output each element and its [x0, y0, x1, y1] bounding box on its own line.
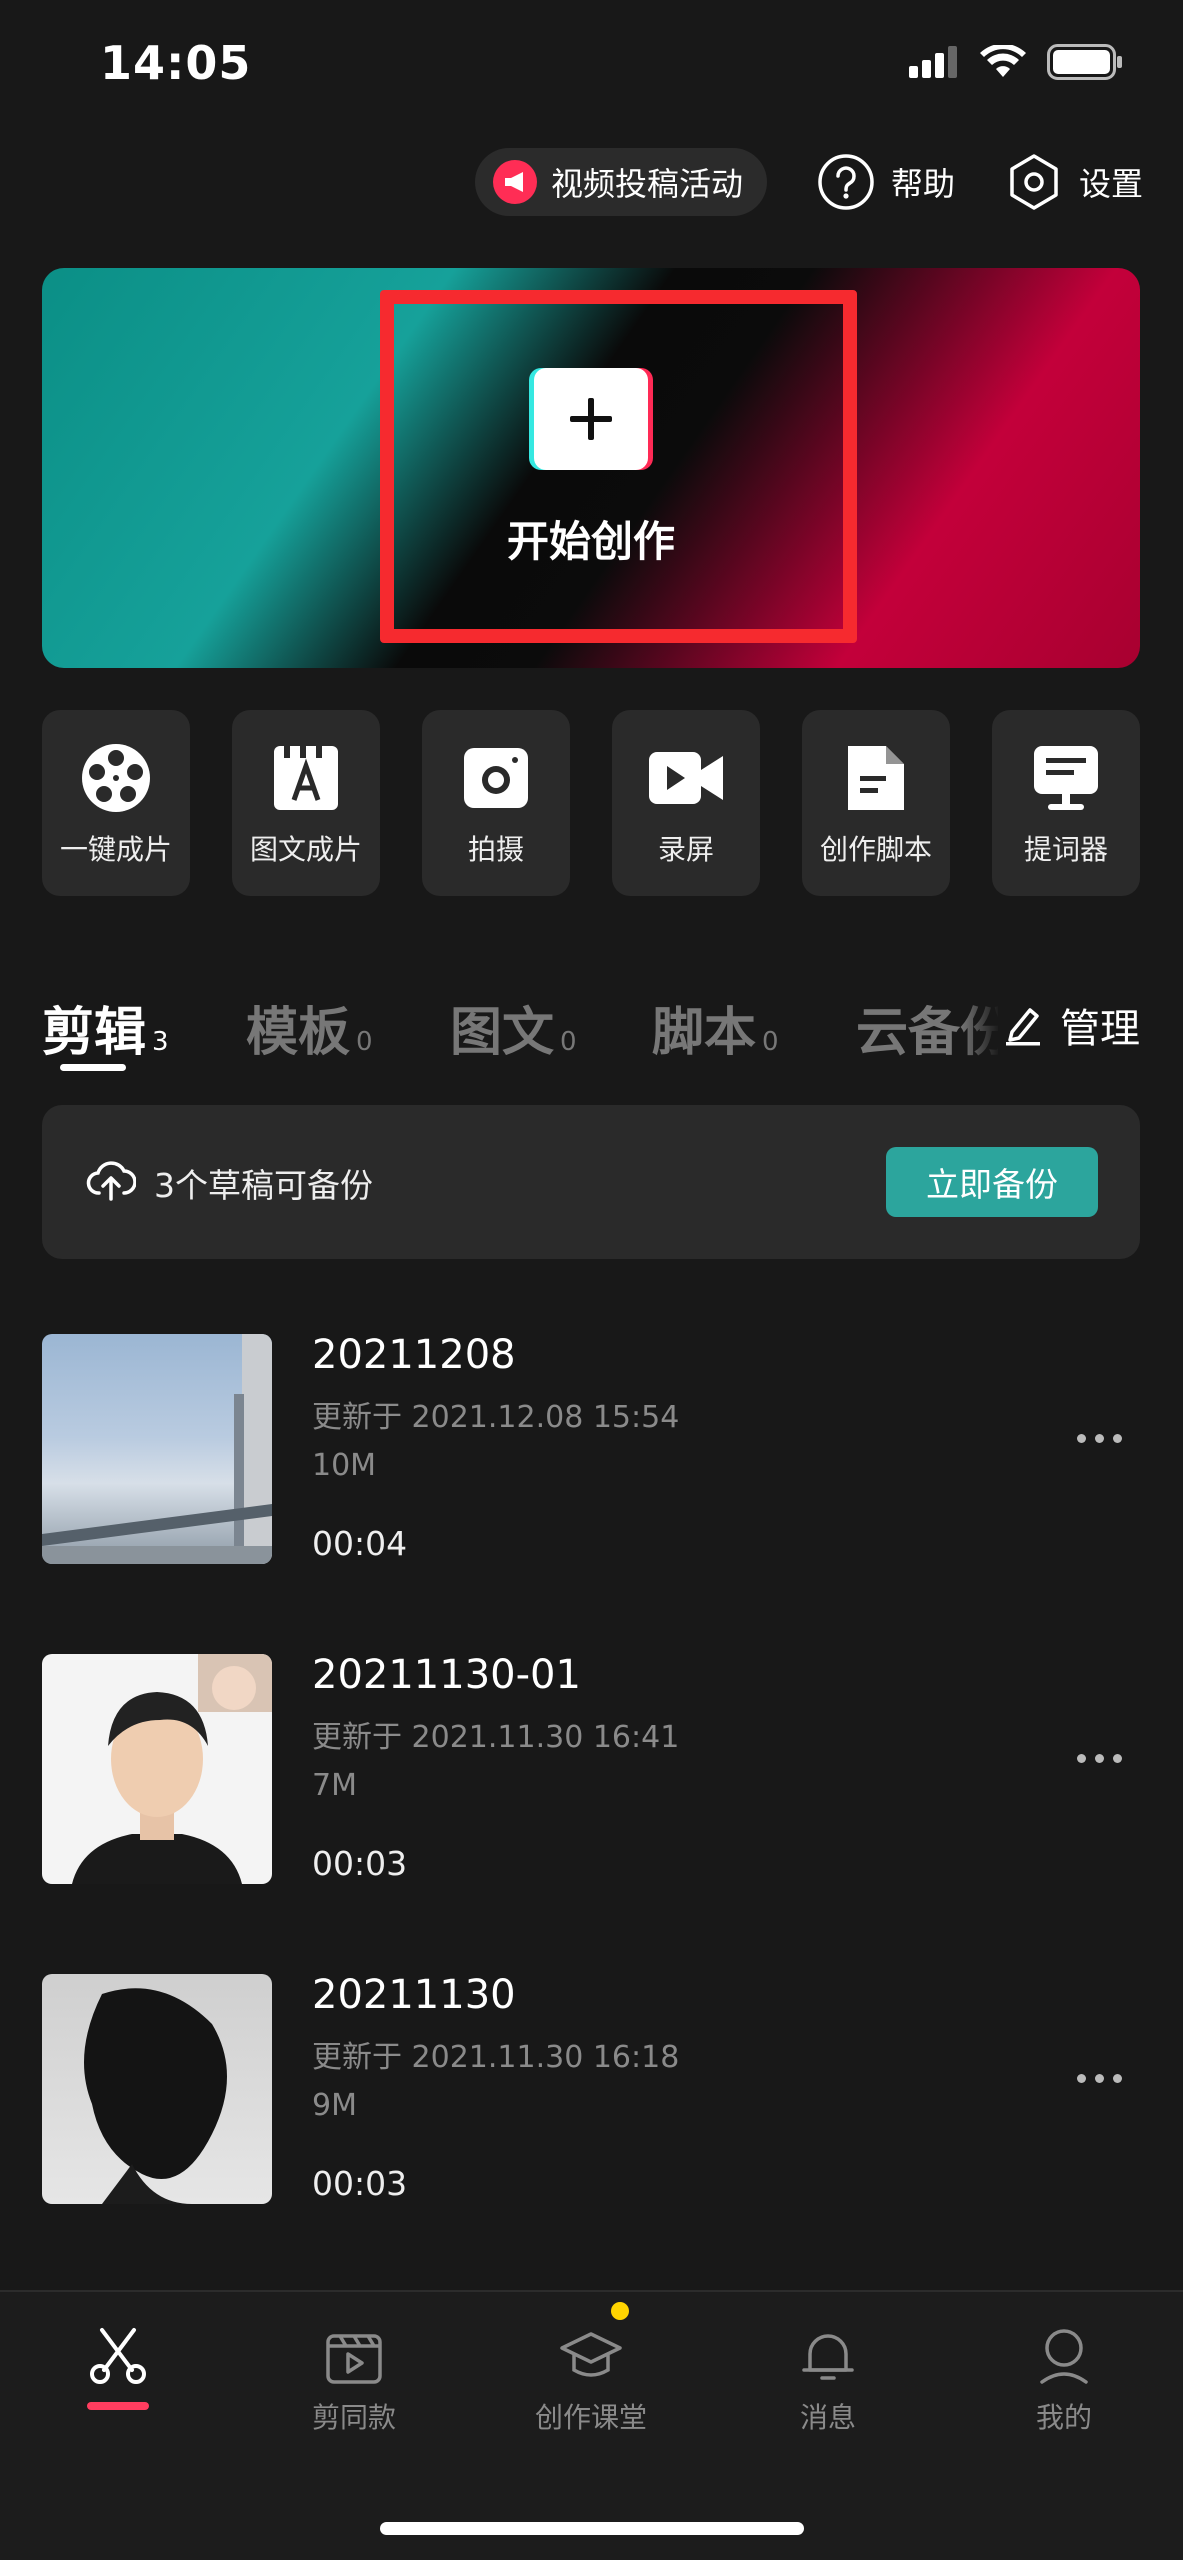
- start-creation-label: 开始创作: [506, 517, 675, 566]
- nav-templates[interactable]: 剪同款: [274, 2326, 434, 2436]
- draft-item[interactable]: 20211208 更新于 2021.12.08 15:54 10M 00:04: [42, 1332, 1140, 1564]
- camera-icon: [464, 748, 528, 808]
- nav-classroom[interactable]: 创作课堂: [511, 2302, 671, 2436]
- campaign-button[interactable]: 视频投稿活动: [474, 148, 767, 216]
- tool-camera[interactable]: 拍摄: [422, 710, 570, 896]
- tool-label: 创作脚本: [819, 833, 932, 866]
- nav-profile[interactable]: 我的: [984, 2326, 1144, 2436]
- edit-pencil-icon: [1006, 1008, 1040, 1046]
- help-label: 帮助: [890, 165, 955, 203]
- more-options-icon[interactable]: [1077, 1754, 1122, 1763]
- campaign-label: 视频投稿活动: [550, 165, 743, 203]
- draft-title: 20211130-01: [312, 1652, 581, 1698]
- bottom-nav: 剪同款 创作课堂 消息 我的: [0, 2290, 1183, 2560]
- teleprompter-icon: [1034, 746, 1098, 810]
- draft-item[interactable]: 20211130-01 更新于 2021.11.30 16:41 7M 00:0…: [42, 1652, 1140, 1884]
- screen-record-icon: [649, 752, 723, 804]
- tool-teleprompter[interactable]: 提词器: [992, 710, 1140, 896]
- draft-updated: 更新于 2021.11.30 16:18: [312, 2040, 680, 2075]
- script-document-icon: [848, 746, 904, 810]
- wifi-icon: [980, 45, 1026, 77]
- tool-label: 图文成片: [249, 833, 362, 866]
- draft-updated: 更新于 2021.11.30 16:41: [312, 1720, 680, 1755]
- nav-label: 消息: [799, 2401, 856, 2434]
- draft-size: 7M: [312, 1768, 357, 1803]
- profile-icon: [1040, 2329, 1088, 2384]
- more-options-icon[interactable]: [1077, 1434, 1122, 1443]
- settings-button[interactable]: 设置: [1005, 153, 1143, 211]
- battery-icon: [1047, 44, 1122, 80]
- tool-screen-record[interactable]: 录屏: [612, 710, 760, 896]
- tab-edit[interactable]: 剪辑 3: [42, 990, 169, 1065]
- draft-duration: 00:04: [312, 1524, 408, 1563]
- draft-thumbnail: [42, 1974, 272, 2204]
- tab-count: 0: [356, 1027, 373, 1057]
- home-indicator[interactable]: [380, 2522, 804, 2535]
- draft-thumbnail: [42, 1654, 272, 1884]
- top-actions: 视频投稿活动 帮助 设置: [474, 148, 1143, 216]
- tab-label: 图文: [450, 1003, 555, 1063]
- bell-icon: [802, 2334, 854, 2380]
- tool-one-click[interactable]: 一键成片: [42, 710, 190, 896]
- film-reel-icon: [82, 744, 150, 812]
- tab-label: 脚本: [652, 1003, 757, 1063]
- status-bar: 14:05: [0, 0, 1183, 130]
- tab-script[interactable]: 脚本 0: [652, 990, 779, 1065]
- nav-label: 我的: [1035, 2401, 1092, 2434]
- more-options-icon[interactable]: [1077, 2074, 1122, 2083]
- backup-text: 3个草稿可备份: [154, 1166, 373, 1205]
- tab-fade: [960, 990, 1000, 1060]
- scissors-icon: [90, 2328, 146, 2384]
- draft-size: 9M: [312, 2088, 357, 2123]
- draft-tabs: 剪辑 3 模板 0 图文 0 脚本 0 云备份 管理: [42, 990, 1140, 1080]
- help-button[interactable]: 帮助: [817, 153, 955, 211]
- backup-now-button[interactable]: 立即备份: [886, 1147, 1098, 1217]
- settings-hexagon-icon: [1010, 154, 1058, 210]
- start-creation-card[interactable]: 开始创作: [42, 268, 1140, 668]
- tab-label: 模板: [246, 1003, 351, 1063]
- notification-dot: [611, 2302, 629, 2320]
- tab-count: 0: [560, 1027, 577, 1057]
- tab-template[interactable]: 模板 0: [246, 990, 373, 1065]
- draft-title: 20211130: [312, 1972, 516, 2018]
- manage-label: 管理: [1060, 1006, 1140, 1052]
- help-icon: [818, 154, 874, 210]
- nav-label: 剪同款: [311, 2401, 396, 2434]
- draft-title: 20211208: [312, 1332, 516, 1378]
- tool-text-to-video[interactable]: 图文成片: [232, 710, 380, 896]
- graduation-cap-icon: [560, 2332, 622, 2377]
- settings-label: 设置: [1078, 165, 1143, 203]
- draft-thumbnail: [42, 1334, 272, 1564]
- tab-image-text[interactable]: 图文 0: [450, 990, 577, 1065]
- tab-count: 0: [762, 1027, 779, 1057]
- tool-label: 拍摄: [467, 833, 524, 866]
- cellular-signal-icon: [909, 46, 957, 78]
- tab-label: 剪辑: [42, 1003, 147, 1063]
- draft-updated: 更新于 2021.12.08 15:54: [312, 1400, 680, 1435]
- draft-size: 10M: [312, 1448, 377, 1483]
- megaphone-icon: [492, 160, 537, 204]
- active-nav-indicator: [87, 2402, 149, 2410]
- plus-icon[interactable]: [534, 368, 648, 470]
- tool-script[interactable]: 创作脚本: [802, 710, 950, 896]
- backup-banner: 3个草稿可备份 立即备份: [42, 1105, 1140, 1259]
- nav-label: 创作课堂: [534, 2401, 647, 2434]
- quick-tools: 一键成片 图文成片 拍摄 录屏 创作脚本 提词器: [42, 710, 1140, 896]
- nav-edit[interactable]: [38, 2326, 198, 2410]
- cloud-upload-icon: [86, 1161, 136, 1201]
- template-clapper-icon: [326, 2334, 382, 2384]
- draft-item[interactable]: 20211130 更新于 2021.11.30 16:18 9M 00:03: [42, 1972, 1140, 2204]
- tool-label: 录屏: [657, 833, 714, 866]
- manage-button[interactable]: 管理: [998, 990, 1140, 1060]
- tool-label: 提词器: [1023, 833, 1108, 866]
- status-time: 14:05: [100, 36, 252, 90]
- tab-count: 3: [152, 1027, 169, 1057]
- nav-messages[interactable]: 消息: [748, 2326, 908, 2436]
- text-to-video-icon: [274, 746, 338, 810]
- draft-duration: 00:03: [312, 1844, 408, 1883]
- status-icons: [909, 44, 1123, 80]
- active-tab-indicator: [60, 1064, 126, 1071]
- draft-duration: 00:03: [312, 2164, 408, 2203]
- tool-label: 一键成片: [59, 833, 172, 866]
